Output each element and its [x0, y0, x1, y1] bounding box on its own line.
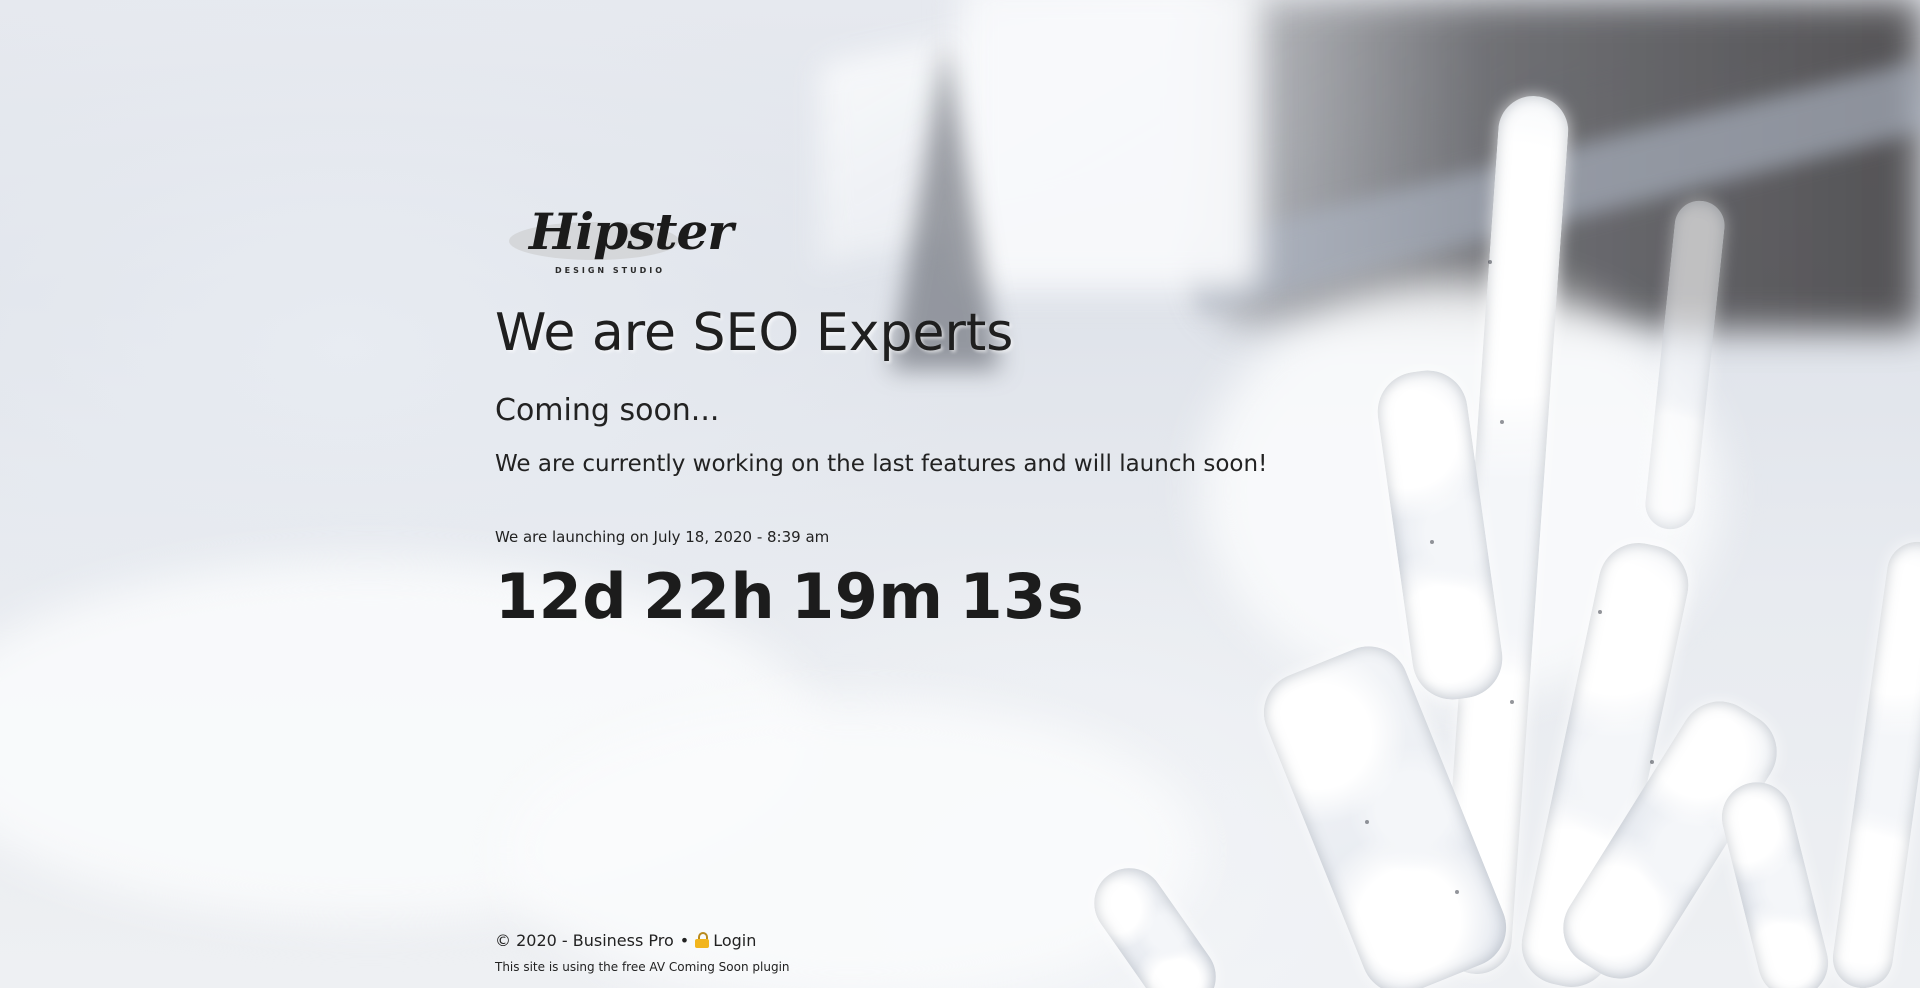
countdown-timer: 12d 22h 19m 13s [495, 560, 1084, 633]
page-headline: We are SEO Experts [495, 303, 1014, 363]
logo-tagline: DESIGN STUDIO [555, 266, 666, 275]
footer-separator: • [679, 931, 690, 950]
footer: © 2020 - Business Pro • Login [495, 931, 756, 950]
background-image [0, 0, 1920, 988]
login-link[interactable]: Login [695, 931, 756, 950]
logo-wordmark: Hipster [529, 202, 734, 261]
countdown-days: 12d [495, 560, 628, 633]
countdown-hours: 22h [643, 560, 776, 633]
footer-copyright: © 2020 - Business Pro [495, 931, 674, 950]
page-subheadline: Coming soon... [495, 393, 720, 428]
plugin-credit: This site is using the free AV Coming So… [495, 960, 790, 974]
lock-icon [695, 932, 710, 948]
countdown-seconds: 13s [959, 560, 1085, 633]
page-message: We are currently working on the last fea… [495, 451, 1268, 477]
launch-date-note: We are launching on July 18, 2020 - 8:39… [495, 528, 830, 546]
login-link-label: Login [713, 931, 757, 950]
countdown-minutes: 19m [791, 560, 944, 633]
site-logo: Hipster DESIGN STUDIO [509, 200, 734, 290]
